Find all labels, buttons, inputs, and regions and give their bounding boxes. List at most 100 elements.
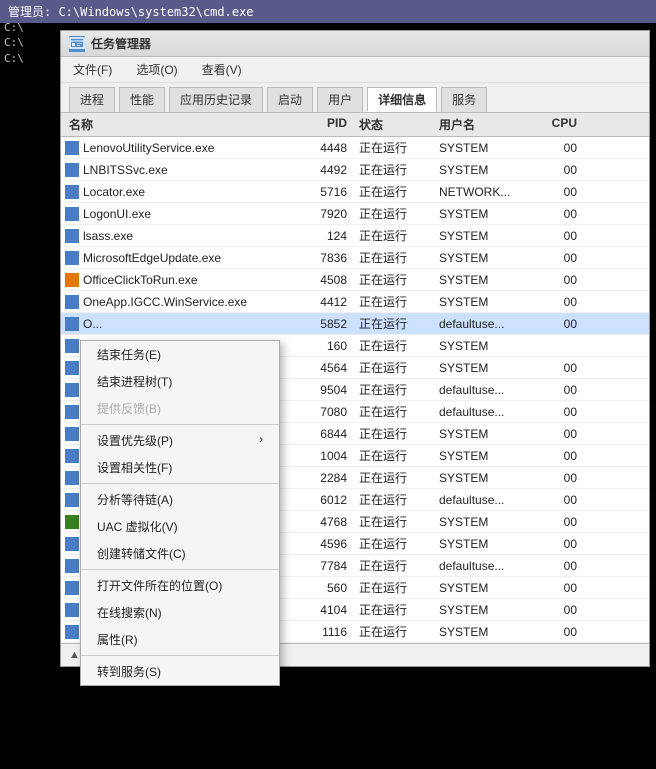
tab-services[interactable]: 服务 (441, 87, 487, 112)
tab-users[interactable]: 用户 (317, 87, 363, 112)
process-icon (65, 295, 79, 309)
table-row[interactable]: OneApp.IGCC.WinService.exe 4412 正在运行 SYS… (61, 291, 649, 313)
process-icon (65, 361, 79, 375)
row-name-cell: O... (61, 317, 291, 331)
process-user: SYSTEM (431, 624, 541, 640)
process-status: 正在运行 (351, 556, 431, 575)
row-name-cell: OneApp.IGCC.WinService.exe (61, 295, 291, 309)
process-user: SYSTEM (431, 470, 541, 486)
process-status: 正在运行 (351, 336, 431, 355)
tab-details[interactable]: 详细信息 (367, 87, 437, 112)
ctx-menu-item[interactable]: 在线搜索(N) (81, 599, 279, 626)
process-pid: 2284 (291, 470, 351, 486)
ctx-menu-item[interactable]: UAC 虚拟化(V) (81, 513, 279, 540)
process-status: 正在运行 (351, 380, 431, 399)
process-user: SYSTEM (431, 448, 541, 464)
process-name: O... (83, 317, 102, 331)
ctx-menu-item[interactable]: 属性(R) (81, 626, 279, 653)
process-user: SYSTEM (431, 272, 541, 288)
row-name-cell: MicrosoftEdgeUpdate.exe (61, 251, 291, 265)
ctx-menu-item[interactable]: 结束任务(E) (81, 341, 279, 368)
context-menu: 结束任务(E)结束进程树(T)提供反馈(B)设置优先级(P)›设置相关性(F)分… (80, 340, 280, 686)
process-user: SYSTEM (431, 580, 541, 596)
row-name-cell: LogonUI.exe (61, 207, 291, 221)
cmd-titlebar: 管理员: C:\Windows\system32\cmd.exe (0, 0, 656, 23)
row-name-cell: OfficeClickToRun.exe (61, 273, 291, 287)
process-cpu: 00 (541, 492, 581, 508)
process-status: 正在运行 (351, 204, 431, 223)
process-name: LogonUI.exe (83, 207, 151, 221)
process-pid: 4564 (291, 360, 351, 376)
table-row[interactable]: lsass.exe 124 正在运行 SYSTEM 00 (61, 225, 649, 247)
table-row[interactable]: MicrosoftEdgeUpdate.exe 7836 正在运行 SYSTEM… (61, 247, 649, 269)
ctx-menu-item[interactable]: 打开文件所在的位置(O) (81, 572, 279, 599)
table-row[interactable]: Locator.exe 5716 正在运行 NETWORK... 00 (61, 181, 649, 203)
ctx-separator (81, 483, 279, 484)
process-icon (65, 625, 79, 639)
menu-view[interactable]: 查看(V) (198, 59, 246, 80)
process-status: 正在运行 (351, 424, 431, 443)
process-cpu: 00 (541, 162, 581, 178)
process-icon (65, 185, 79, 199)
ctx-menu-item[interactable]: 分析等待链(A) (81, 486, 279, 513)
col-header-name[interactable]: 名称 (61, 115, 291, 134)
process-pid: 4412 (291, 294, 351, 310)
col-header-cpu[interactable]: CPU (541, 115, 581, 134)
menu-file[interactable]: 文件(F) (69, 59, 116, 80)
process-name: OfficeClickToRun.exe (83, 273, 198, 287)
process-icon (65, 515, 79, 529)
process-status: 正在运行 (351, 534, 431, 553)
tm-titlebar: 任务管理器 (61, 31, 649, 57)
process-user: defaultuse... (431, 492, 541, 508)
col-header-status[interactable]: 状态 (351, 115, 431, 134)
tm-table-header: 名称 PID 状态 用户名 CPU (61, 113, 649, 137)
process-icon (65, 339, 79, 353)
process-status: 正在运行 (351, 358, 431, 377)
process-pid: 4768 (291, 514, 351, 530)
process-name: OneApp.IGCC.WinService.exe (83, 295, 247, 309)
ctx-menu-item[interactable]: 创建转储文件(C) (81, 540, 279, 567)
table-row[interactable]: O... 5852 正在运行 defaultuse... 00 (61, 313, 649, 335)
tab-startup[interactable]: 启动 (267, 87, 313, 112)
process-name: LNBITSSvc.exe (83, 163, 168, 177)
row-name-cell: LenovoUtilityService.exe (61, 141, 291, 155)
process-icon (65, 141, 79, 155)
menu-options[interactable]: 选项(O) (132, 59, 181, 80)
tab-performance[interactable]: 性能 (119, 87, 165, 112)
process-user: SYSTEM (431, 228, 541, 244)
ctx-menu-item[interactable]: 设置优先级(P)› (81, 427, 279, 454)
process-pid: 7784 (291, 558, 351, 574)
process-icon (65, 449, 79, 463)
process-pid: 124 (291, 228, 351, 244)
process-cpu: 00 (541, 514, 581, 530)
process-cpu: 00 (541, 404, 581, 420)
process-user: SYSTEM (431, 206, 541, 222)
row-name-cell: LNBITSSvc.exe (61, 163, 291, 177)
ctx-menu-item[interactable]: 转到服务(S) (81, 658, 279, 685)
tab-app-history[interactable]: 应用历史记录 (169, 87, 263, 112)
process-cpu: 00 (541, 316, 581, 332)
table-row[interactable]: OfficeClickToRun.exe 4508 正在运行 SYSTEM 00 (61, 269, 649, 291)
tab-process[interactable]: 进程 (69, 87, 115, 112)
ctx-separator (81, 655, 279, 656)
table-row[interactable]: LNBITSSvc.exe 4492 正在运行 SYSTEM 00 (61, 159, 649, 181)
table-row[interactable]: LogonUI.exe 7920 正在运行 SYSTEM 00 (61, 203, 649, 225)
process-cpu: 00 (541, 448, 581, 464)
cmd-text: C:\C:\C:\ (4, 20, 24, 66)
ctx-menu-item[interactable]: 结束进程树(T) (81, 368, 279, 395)
process-icon (65, 537, 79, 551)
process-pid: 7836 (291, 250, 351, 266)
process-cpu: 00 (541, 272, 581, 288)
process-status: 正在运行 (351, 600, 431, 619)
ctx-menu-item[interactable]: 设置相关性(F) (81, 454, 279, 481)
process-name: MicrosoftEdgeUpdate.exe (83, 251, 221, 265)
process-cpu: 00 (541, 382, 581, 398)
col-header-user[interactable]: 用户名 (431, 115, 541, 134)
process-icon (65, 229, 79, 243)
process-pid: 4596 (291, 536, 351, 552)
process-cpu: 00 (541, 360, 581, 376)
table-row[interactable]: LenovoUtilityService.exe 4448 正在运行 SYSTE… (61, 137, 649, 159)
tm-menubar: 文件(F) 选项(O) 查看(V) (61, 57, 649, 83)
process-cpu: 00 (541, 184, 581, 200)
col-header-pid[interactable]: PID (291, 115, 351, 134)
